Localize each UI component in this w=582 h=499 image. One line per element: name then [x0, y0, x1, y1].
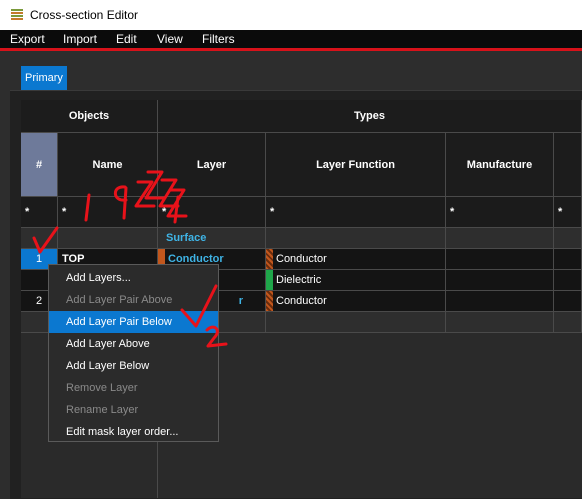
row-2-extra[interactable]: [554, 291, 582, 312]
row-top-function[interactable]: Conductor: [266, 249, 446, 270]
menu-remove-layer[interactable]: Remove Layer: [49, 377, 218, 399]
bottom-extra-cell: [554, 312, 582, 333]
menu-edit-mask-layer-order[interactable]: Edit mask layer order...: [49, 421, 218, 443]
menu-rename-layer[interactable]: Rename Layer: [49, 399, 218, 421]
dielectric-swatch: [266, 270, 273, 290]
tab-primary[interactable]: Primary: [21, 66, 67, 90]
row-top-extra[interactable]: [554, 249, 582, 270]
filter-name[interactable]: *: [58, 197, 158, 228]
tab-bar: [0, 51, 582, 91]
column-header-layer-function[interactable]: Layer Function: [266, 133, 446, 197]
row-dielectric-extra[interactable]: [554, 270, 582, 291]
column-header-partial[interactable]: [554, 133, 582, 197]
menu-add-layer-pair-below[interactable]: Add Layer Pair Below: [49, 311, 218, 333]
group-header-types: Types: [158, 100, 582, 133]
filter-partial[interactable]: *: [554, 197, 582, 228]
bottom-function-cell: [266, 312, 446, 333]
stack-app-icon: [11, 9, 23, 20]
surface-extra-cell: [554, 228, 582, 249]
row-2-manufacture[interactable]: [446, 291, 554, 312]
menu-filters[interactable]: Filters: [202, 32, 235, 46]
row-dielectric-function[interactable]: Dielectric: [266, 270, 446, 291]
title-bar: Cross-section Editor: [0, 0, 582, 30]
row-2-function-label: Conductor: [276, 295, 327, 307]
row-dielectric-manufacture[interactable]: [446, 270, 554, 291]
row-2-function[interactable]: Conductor: [266, 291, 446, 312]
surface-label: Surface: [166, 232, 207, 244]
menu-view[interactable]: View: [157, 32, 183, 46]
surface-num-cell: [21, 228, 58, 249]
filter-number[interactable]: *: [21, 197, 58, 228]
bottom-manufacture-cell: [446, 312, 554, 333]
surface-function-cell: [266, 228, 446, 249]
menu-add-layer-pair-above[interactable]: Add Layer Pair Above: [49, 289, 218, 311]
window-title: Cross-section Editor: [30, 8, 139, 22]
menu-add-layer-below[interactable]: Add Layer Below: [49, 355, 218, 377]
menu-bar: Export Import Edit View Filters: [0, 30, 582, 48]
row-top-function-label: Conductor: [276, 253, 327, 265]
row-2-layer-label: r: [238, 295, 243, 307]
menu-add-layer-above[interactable]: Add Layer Above: [49, 333, 218, 355]
surface-manufacture-cell: [446, 228, 554, 249]
group-header-objects: Objects: [21, 100, 158, 133]
conductor-hatch-swatch: [266, 291, 273, 311]
filter-layer[interactable]: *: [158, 197, 266, 228]
column-header-number[interactable]: #: [21, 133, 58, 197]
menu-export[interactable]: Export: [10, 32, 45, 46]
row-top-manufacture[interactable]: [446, 249, 554, 270]
row-dielectric-function-label: Dielectric: [276, 274, 322, 286]
menu-import[interactable]: Import: [63, 32, 97, 46]
menu-edit[interactable]: Edit: [116, 32, 137, 46]
column-header-name[interactable]: Name: [58, 133, 158, 197]
column-header-manufacture[interactable]: Manufacture: [446, 133, 554, 197]
column-header-layer[interactable]: Layer: [158, 133, 266, 197]
surface-layer-cell[interactable]: Surface: [158, 228, 266, 249]
filter-manufacture[interactable]: *: [446, 197, 554, 228]
menu-add-layers[interactable]: Add Layers...: [49, 267, 218, 289]
surface-name-cell: [58, 228, 158, 249]
filter-layer-function[interactable]: *: [266, 197, 446, 228]
conductor-hatch-swatch: [266, 249, 273, 269]
context-menu: Add Layers... Add Layer Pair Above Add L…: [48, 264, 219, 442]
